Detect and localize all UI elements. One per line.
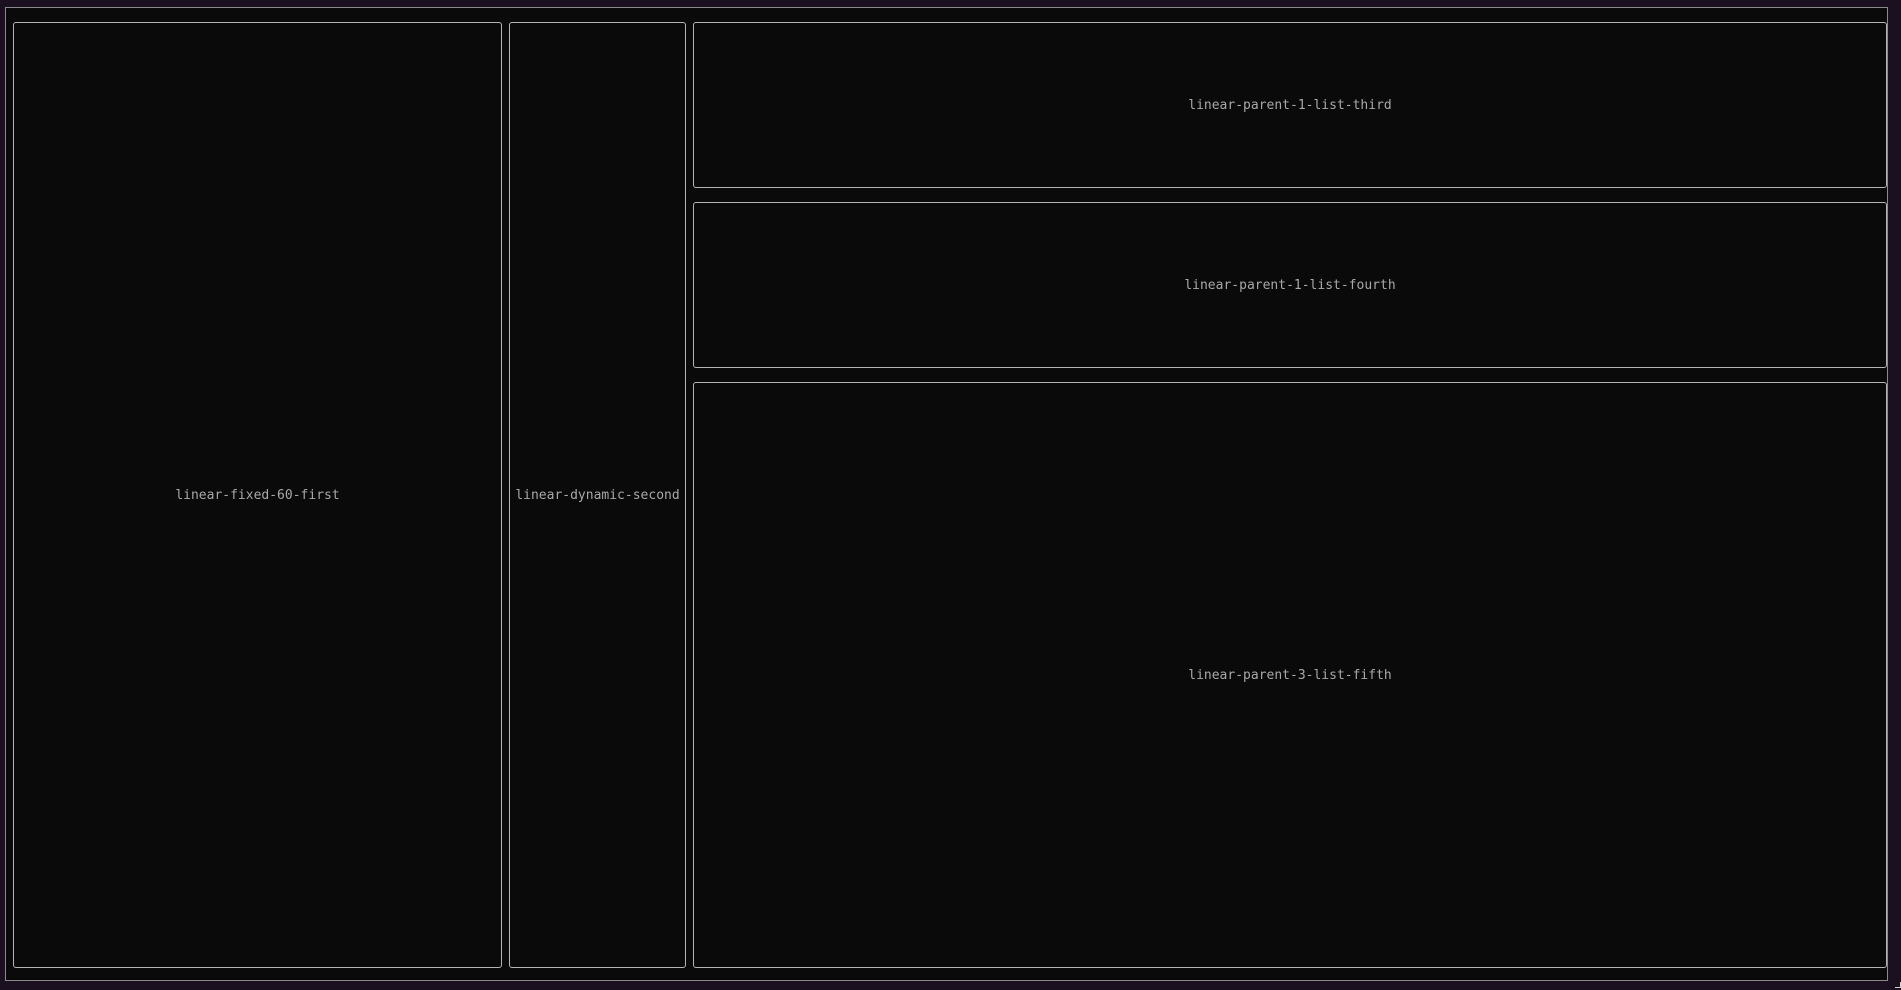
pane-linear-parent-1-list-third[interactable]: linear-parent-1-list-third — [693, 22, 1887, 188]
pane-linear-parent-3-list-fifth[interactable]: linear-parent-3-list-fifth — [693, 382, 1887, 968]
pane-linear-parent-1-list-fourth[interactable]: linear-parent-1-list-fourth — [693, 202, 1887, 368]
pane-label: linear-fixed-60-first — [175, 487, 340, 503]
resize-grip-icon[interactable] — [1895, 982, 1901, 988]
pane-label: linear-parent-1-list-third — [1188, 97, 1392, 113]
pane-label: linear-dynamic-second — [515, 487, 680, 503]
pane-label: linear-parent-3-list-fifth — [1188, 667, 1392, 683]
pane-label: linear-parent-1-list-fourth — [1184, 277, 1396, 293]
terminal-window-frame: linear-fixed-60-first linear-dynamic-sec… — [5, 7, 1888, 981]
pane-linear-dynamic-second[interactable]: linear-dynamic-second — [509, 22, 686, 968]
pane-linear-fixed-60-first[interactable]: linear-fixed-60-first — [13, 22, 502, 968]
